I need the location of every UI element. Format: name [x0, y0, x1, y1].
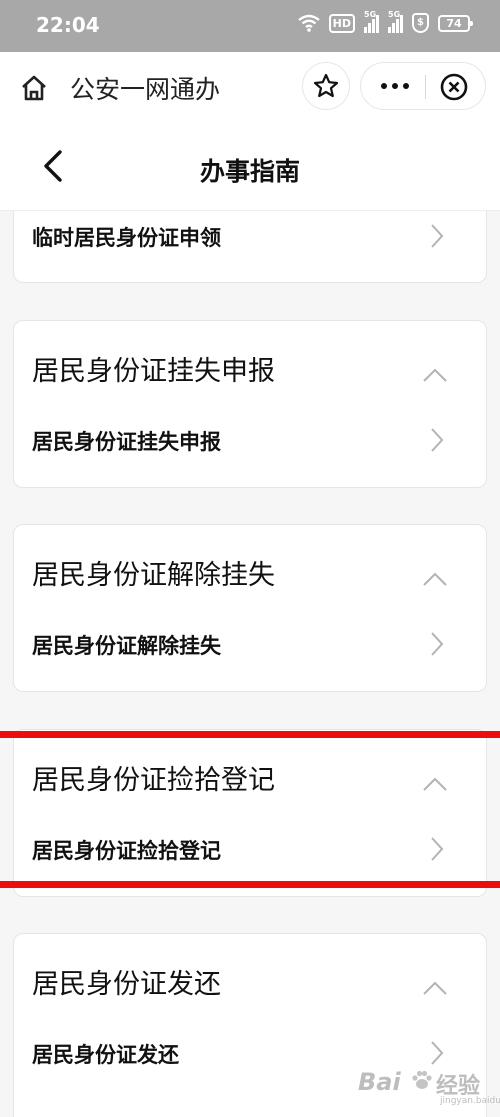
chevron-up-icon[interactable]: [422, 776, 448, 792]
chevron-right-icon[interactable]: [430, 631, 444, 657]
chevron-right-icon[interactable]: [430, 427, 444, 453]
service-item[interactable]: 居民身份证捡拾登记: [32, 835, 221, 865]
baidu-watermark: Bai 经验 jingyan.baidu.com: [352, 1060, 500, 1112]
service-item[interactable]: 居民身份证挂失申报: [32, 426, 221, 456]
signal-icon: 5G: [364, 10, 379, 33]
service-item[interactable]: 居民身份证解除挂失: [32, 630, 221, 660]
battery-icon: 74: [438, 14, 473, 32]
service-item[interactable]: 临时居民身份证申领: [32, 222, 221, 252]
highlight-line-top: [0, 731, 500, 738]
app-bar: 公安一网通办: [0, 52, 500, 124]
mini-program-capsule: [360, 62, 486, 110]
service-list: 临时居民身份证申领 居民身份证挂失申报 居民身份证挂失申报 居民身份证解除挂失 …: [0, 211, 500, 1117]
paw-icon: [412, 1070, 432, 1089]
more-icon[interactable]: [375, 73, 415, 99]
status-time: 22:04: [36, 13, 100, 37]
page-header: 办事指南: [0, 124, 500, 211]
chevron-up-icon[interactable]: [422, 367, 448, 383]
app-title: 公安一网通办: [70, 75, 221, 104]
chevron-up-icon[interactable]: [422, 571, 448, 587]
highlight-line-bottom: [0, 881, 500, 888]
signal-label: 5G: [364, 10, 377, 19]
status-icons: HD 5G 5G $ 74: [297, 10, 473, 33]
service-card-title: 居民身份证解除挂失: [32, 560, 275, 591]
signal-icon-2: 5G: [388, 10, 403, 33]
service-card: 居民身份证挂失申报 居民身份证挂失申报: [13, 320, 487, 488]
page-title: 办事指南: [199, 157, 300, 186]
service-item[interactable]: 居民身份证发还: [32, 1039, 179, 1069]
watermark-url: jingyan.baidu.com: [440, 1096, 500, 1106]
star-icon: [313, 73, 339, 98]
wifi-icon: [297, 14, 320, 32]
chevron-right-icon[interactable]: [430, 223, 444, 249]
service-card-title: 居民身份证挂失申报: [32, 356, 275, 387]
service-card: 临时居民身份证申领: [13, 211, 487, 283]
hd-badge: HD: [328, 13, 355, 33]
close-icon[interactable]: [439, 72, 469, 102]
chevron-right-icon[interactable]: [430, 836, 444, 862]
favorite-button[interactable]: [302, 62, 350, 110]
watermark-brand: Bai: [358, 1068, 401, 1096]
service-card: 居民身份证解除挂失 居民身份证解除挂失: [13, 524, 487, 692]
capsule-divider: [425, 75, 426, 99]
signal-label-2: 5G: [388, 10, 401, 19]
service-card-title: 居民身份证发还: [32, 969, 221, 1000]
service-card: 居民身份证捡拾登记 居民身份证捡拾登记: [13, 729, 487, 897]
home-icon[interactable]: [20, 74, 48, 102]
shield-icon: $: [412, 13, 429, 33]
service-card-title: 居民身份证捡拾登记: [32, 765, 275, 796]
chevron-up-icon[interactable]: [422, 980, 448, 996]
status-bar: 22:04 HD 5G 5G $ 74: [0, 0, 500, 52]
